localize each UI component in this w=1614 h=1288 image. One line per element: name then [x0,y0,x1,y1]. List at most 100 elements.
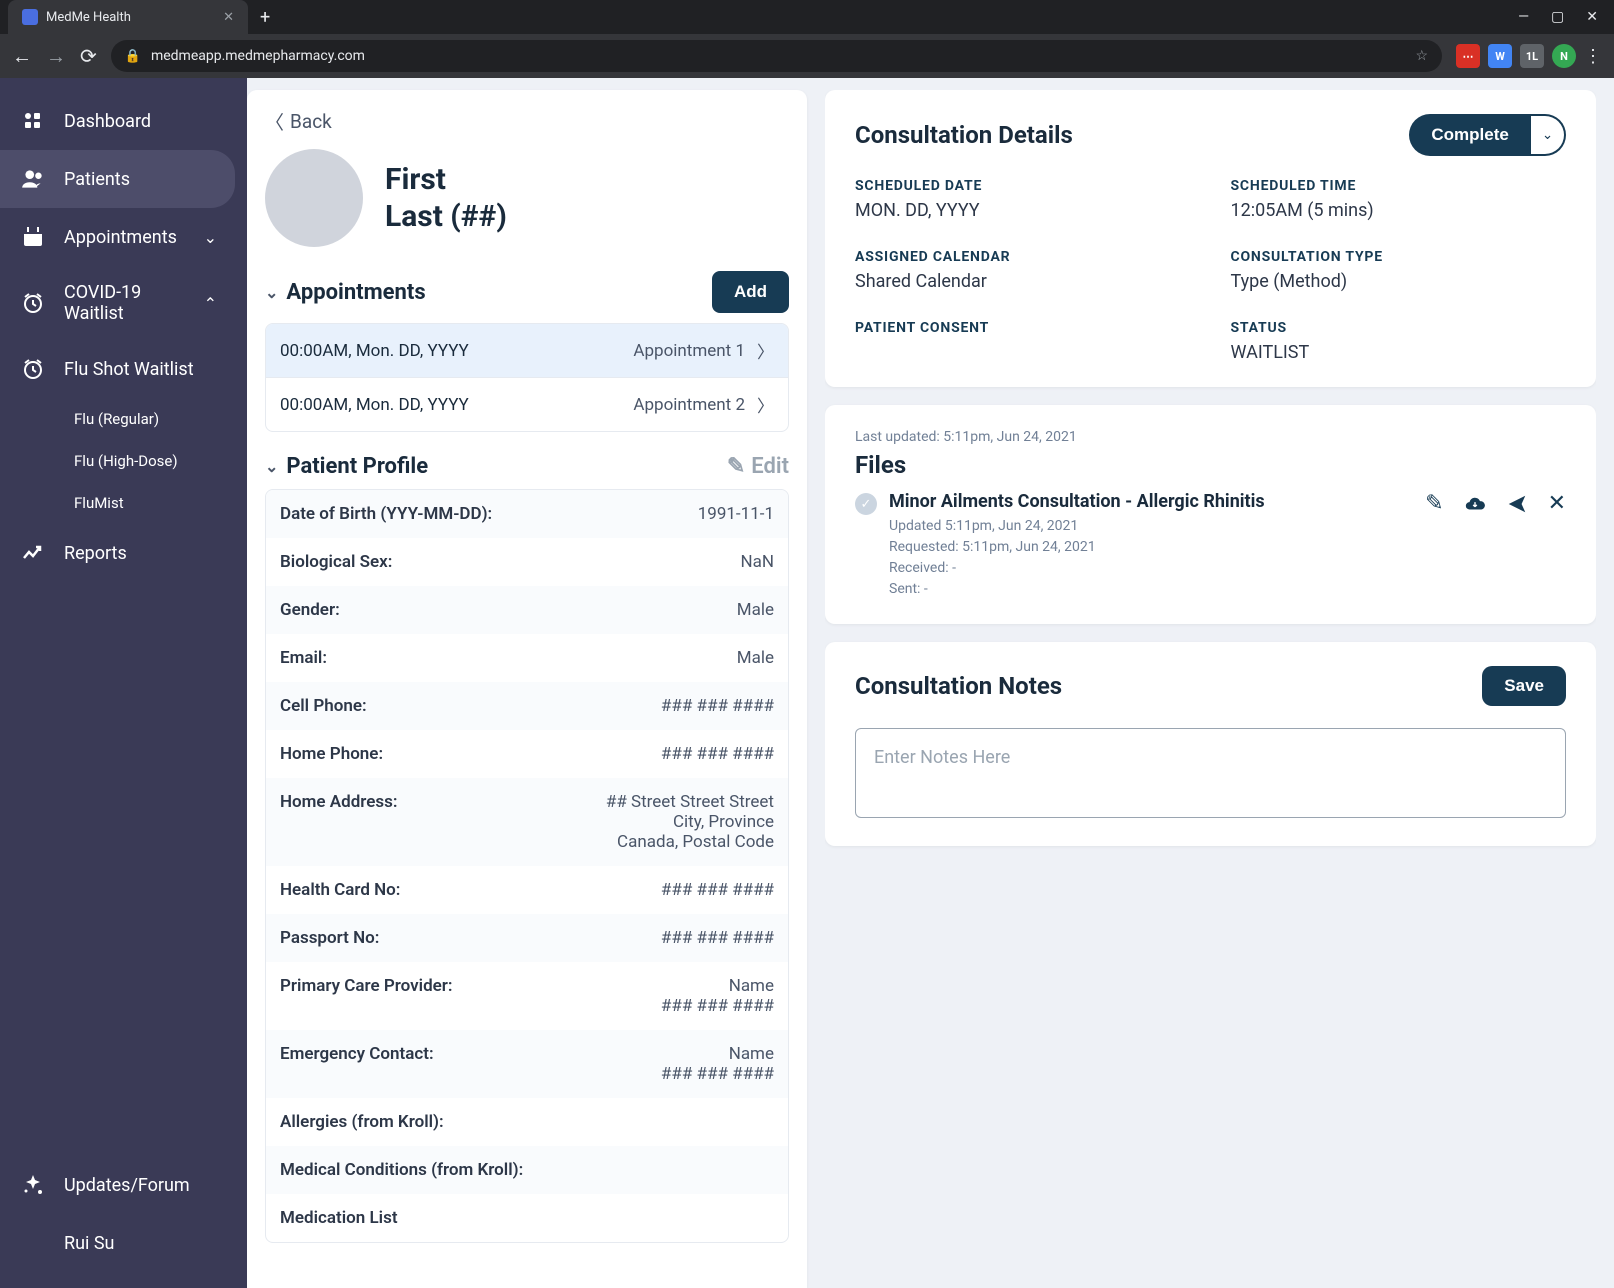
complete-dropdown-button[interactable]: ⌄ [1531,114,1566,156]
cloud-download-icon[interactable] [1464,493,1486,515]
browser-menu-icon[interactable]: ⋮ [1584,46,1602,67]
profile-value: ### ### #### [661,744,774,764]
last-name: Last (##) [385,198,507,236]
clock-icon [20,356,46,382]
profile-value: ### ### #### [661,880,774,900]
profile-label: Cell Phone: [280,696,367,716]
profile-label: Emergency Contact: [280,1044,434,1064]
send-icon[interactable] [1506,493,1528,515]
notes-textarea[interactable] [855,728,1566,818]
profile-avatar-icon[interactable]: N [1552,44,1576,68]
lock-icon: 🔒 [125,49,141,64]
chevron-right-icon: 〉 [757,392,774,417]
sidebar-subitem-flu-regular[interactable]: Flu (Regular) [0,398,247,440]
maximize-icon[interactable]: ▢ [1551,9,1564,25]
browser-tab[interactable]: MedMe Health ✕ [8,0,248,34]
appointment-label: Appointment 1 [633,341,745,361]
pencil-icon: ✎ [727,454,745,479]
extension-icons: ⋯ W 1L N ⋮ [1456,44,1602,68]
appointment-list: 00:00AM, Mon. DD, YYYY Appointment 1 〉 0… [265,323,789,432]
save-button[interactable]: Save [1482,666,1566,706]
edit-label: Edit [751,454,789,479]
complete-button[interactable]: Complete [1409,114,1530,156]
file-meta: Updated 5:11pm, Jun 24, 2021 Requested: … [889,516,1413,600]
detail-value: 12:05AM (5 mins) [1231,200,1567,221]
detail-label: STATUS [1231,320,1567,336]
add-button[interactable]: Add [712,271,789,313]
detail-value: Shared Calendar [855,271,1191,292]
trend-icon [20,540,46,566]
ext-icon-2[interactable]: W [1488,44,1512,68]
sidebar-label: COVID-19 Waitlist [64,282,186,324]
profile-value: Male [737,600,774,620]
appointment-row[interactable]: 00:00AM, Mon. DD, YYYY Appointment 1 〉 [266,324,788,378]
section-title: Appointments [286,280,425,305]
sidebar-item-patients[interactable]: Patients [0,150,235,208]
detail-value: MON. DD, YYYY [855,200,1191,221]
patient-avatar [265,149,363,247]
complete-split-button: Complete ⌄ [1409,114,1566,156]
sidebar-item-appointments[interactable]: Appointments ⌄ [0,208,247,266]
detail-label: PATIENT CONSENT [855,320,1191,336]
chevron-down-icon: ⌄ [1542,127,1553,143]
sidebar-item-user[interactable]: Rui Su [0,1214,247,1272]
ext-icon-1[interactable]: ⋯ [1456,44,1480,68]
tab-title: MedMe Health [46,10,131,25]
notes-card: Consultation Notes Save [825,642,1596,846]
back-link[interactable]: 〈 Back [265,104,789,149]
patient-panel: 〈 Back First Last (##) ⌄ Appointments Ad… [247,90,807,1288]
profile-label: Medical Conditions (from Kroll): [280,1160,523,1180]
clock-icon [20,290,46,316]
sidebar-item-flu-waitlist[interactable]: Flu Shot Waitlist [0,340,247,398]
profile-row: Gender:Male [266,586,788,634]
appointment-row[interactable]: 00:00AM, Mon. DD, YYYY Appointment 2 〉 [266,378,788,431]
reload-icon[interactable]: ⟳ [80,44,97,68]
first-name: First [385,161,507,199]
dashboard-icon [20,108,46,134]
back-nav-icon[interactable]: ← [12,44,32,69]
sidebar-item-reports[interactable]: Reports [0,524,247,582]
profile-toggle[interactable]: ⌄ Patient Profile [265,454,428,479]
sidebar: Dashboard Patients Appointments ⌄ COVID-… [0,78,247,1288]
sidebar-item-updates[interactable]: Updates/Forum [0,1156,247,1214]
forward-nav-icon[interactable]: → [46,44,66,69]
profile-row: Emergency Contact:Name ### ### #### [266,1030,788,1098]
detail-patient-consent: PATIENT CONSENT [855,320,1191,363]
sidebar-label: Rui Su [64,1233,114,1254]
close-icon[interactable]: ✕ [1548,491,1566,516]
user-icon [20,1230,46,1256]
browser-toolbar: ← → ⟳ 🔒 medmeapp.medmepharmacy.com ☆ ⋯ W… [0,34,1614,78]
profile-label: Home Address: [280,792,398,812]
address-bar[interactable]: 🔒 medmeapp.medmepharmacy.com ☆ [111,40,1442,72]
chevron-right-icon: 〉 [757,338,774,363]
sidebar-label: Updates/Forum [64,1175,190,1196]
minimize-icon[interactable]: — [1518,9,1529,25]
profile-value: Male [737,648,774,668]
profile-label: Home Phone: [280,744,383,764]
appointments-toggle[interactable]: ⌄ Appointments [265,280,426,305]
sidebar-item-dashboard[interactable]: Dashboard [0,92,247,150]
pencil-icon[interactable]: ✎ [1425,491,1443,516]
edit-button[interactable]: ✎ Edit [727,454,789,479]
sidebar-label: Patients [64,169,130,190]
files-last-updated: Last updated: 5:11pm, Jun 24, 2021 [855,429,1566,445]
sidebar-item-covid-waitlist[interactable]: COVID-19 Waitlist ⌃ [0,266,247,340]
sidebar-subitem-flu-highdose[interactable]: Flu (High-Dose) [0,440,247,482]
sidebar-subitem-flumist[interactable]: FluMist [0,482,247,524]
patient-header: First Last (##) [265,149,789,247]
sparkle-icon [20,1172,46,1198]
ext-icon-3[interactable]: 1L [1520,44,1544,68]
consultation-title: Consultation Details [855,121,1073,149]
profile-row: Cell Phone:### ### #### [266,682,788,730]
window-controls: — ▢ ✕ [1518,9,1606,25]
detail-label: SCHEDULED TIME [1231,178,1567,194]
consultation-details-card: Consultation Details Complete ⌄ SCHEDULE… [825,90,1596,387]
bookmark-star-icon[interactable]: ☆ [1415,48,1428,64]
close-window-icon[interactable]: ✕ [1586,9,1598,25]
new-tab-icon[interactable]: + [260,7,270,28]
chevron-down-icon: ⌄ [204,228,227,247]
close-tab-icon[interactable]: ✕ [223,10,234,25]
file-sent: Sent: - [889,579,1413,600]
profile-row: Medical Conditions (from Kroll): [266,1146,788,1194]
profile-label: Date of Birth (YYY-MM-DD): [280,504,492,524]
